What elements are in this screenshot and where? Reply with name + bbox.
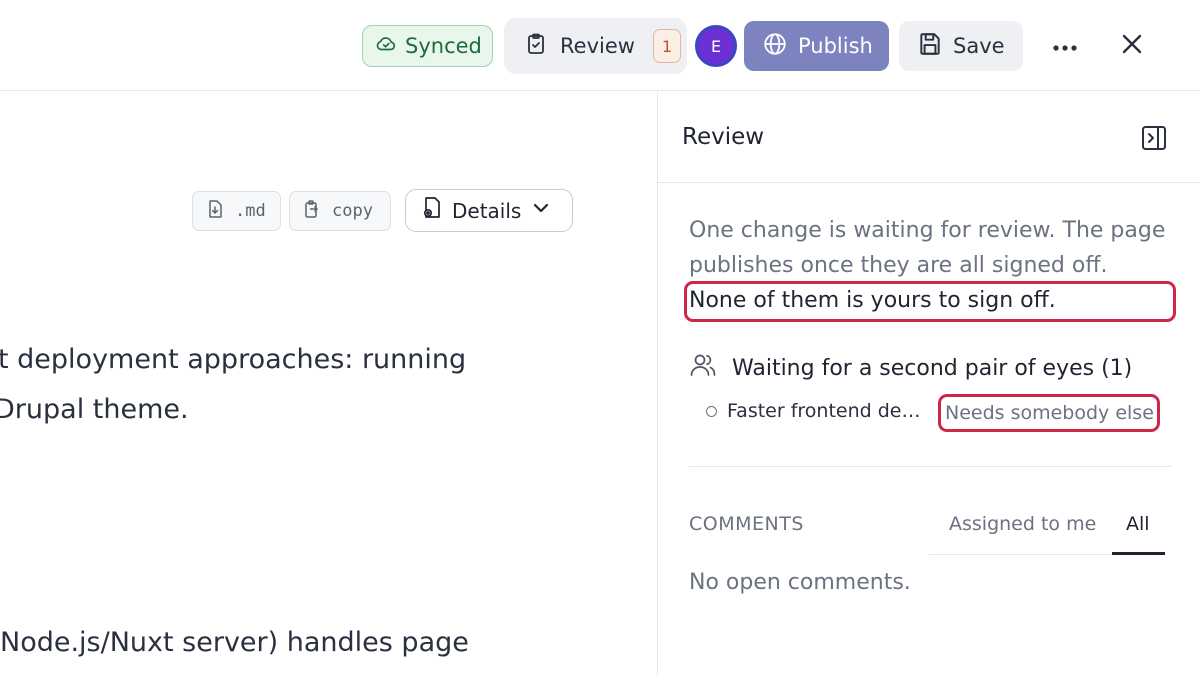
list-item[interactable]: Faster frontend de… (706, 400, 921, 422)
highlight-box (684, 281, 1176, 322)
users-icon (688, 350, 718, 386)
review-label: Review (560, 34, 635, 58)
comments-tabs: Assigned to me All (929, 496, 1165, 555)
copy-chip-label: copy (332, 201, 373, 221)
waiting-heading-label: Waiting for a second pair of eyes (1) (732, 355, 1133, 381)
review-panel-title: Review (682, 124, 765, 150)
download-md-button[interactable]: .md (192, 191, 281, 231)
circle-bullet-icon (706, 405, 717, 417)
review-panel: Review One change is waiting for review.… (657, 92, 1200, 675)
body-text-line: Drupal theme. (0, 394, 189, 425)
divider (689, 466, 1172, 467)
floppy-disk-icon (917, 31, 943, 62)
tab-assigned-to-me[interactable]: Assigned to me (949, 513, 1096, 535)
more-horizontal-icon (1052, 37, 1078, 56)
file-settings-icon (420, 196, 444, 225)
cloud-check-icon (375, 33, 397, 60)
synced-label: Synced (405, 34, 482, 58)
save-label: Save (953, 34, 1005, 58)
details-dropdown[interactable]: Details (405, 189, 573, 232)
comments-section-label: COMMENTS (689, 513, 804, 535)
body-text-line: t deployment approaches: running (0, 344, 467, 375)
publish-label: Publish (798, 34, 873, 58)
tab-all[interactable]: All (1126, 513, 1150, 535)
review-count-badge: 1 (652, 29, 681, 63)
review-panel-header: Review (658, 92, 1200, 183)
details-label: Details (452, 198, 522, 223)
globe-icon (762, 31, 788, 62)
download-icon (205, 199, 225, 224)
waiting-group-heading: Waiting for a second pair of eyes (1) (688, 350, 1132, 386)
change-item-title: Faster frontend de… (727, 400, 921, 422)
highlight-box (938, 394, 1160, 432)
review-description: One change is waiting for review. The pa… (689, 218, 1166, 278)
copy-icon (302, 199, 322, 224)
review-button[interactable]: Review 1 (504, 18, 687, 74)
chevron-down-icon (529, 196, 553, 225)
close-button[interactable] (1112, 26, 1152, 66)
editor-area: .md copy Details t deployment approaches… (0, 92, 657, 675)
save-button[interactable]: Save (899, 21, 1023, 71)
active-tab-indicator (1112, 552, 1165, 555)
more-options-button[interactable] (1045, 28, 1085, 64)
md-chip-label: .md (235, 201, 266, 221)
panel-collapse-icon[interactable] (1141, 125, 1167, 151)
top-bar: Synced Review 1 E Publish Save (0, 0, 1200, 91)
publish-button[interactable]: Publish (744, 21, 889, 71)
copy-button[interactable]: copy (289, 191, 391, 231)
clipboard-check-icon (524, 32, 548, 61)
body-text-line: Node.js/Nuxt server) handles page (0, 627, 469, 658)
no-comments-message: No open comments. (689, 570, 911, 595)
close-icon (1121, 33, 1143, 59)
avatar[interactable]: E (695, 25, 737, 67)
synced-status-badge[interactable]: Synced (362, 25, 493, 67)
